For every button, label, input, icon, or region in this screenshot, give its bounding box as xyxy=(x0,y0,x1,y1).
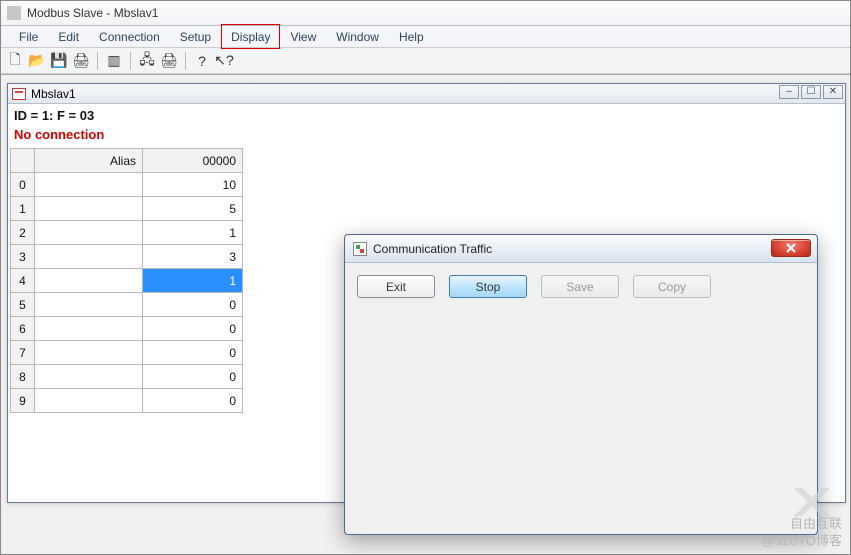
table-row[interactable]: 80 xyxy=(11,365,243,389)
row-header[interactable]: 6 xyxy=(11,317,35,341)
exit-button[interactable]: Exit xyxy=(357,275,435,298)
value-cell[interactable]: 0 xyxy=(143,293,243,317)
alias-cell[interactable] xyxy=(35,293,143,317)
value-cell[interactable]: 0 xyxy=(143,365,243,389)
value-cell[interactable]: 10 xyxy=(143,173,243,197)
alias-cell[interactable] xyxy=(35,221,143,245)
value-cell[interactable]: 0 xyxy=(143,389,243,413)
status-connection-line: No connection xyxy=(10,125,845,144)
save-icon[interactable]: 💾 xyxy=(49,51,69,71)
status-id-line: ID = 1: F = 03 xyxy=(10,106,845,125)
menu-edit[interactable]: Edit xyxy=(48,26,89,47)
row-header[interactable]: 5 xyxy=(11,293,35,317)
child-close-button[interactable]: ✕ xyxy=(823,85,843,99)
menu-setup[interactable]: Setup xyxy=(170,26,221,47)
value-cell[interactable]: 0 xyxy=(143,341,243,365)
dialog-title: Communication Traffic xyxy=(373,242,492,256)
table-row[interactable]: 70 xyxy=(11,341,243,365)
value-cell[interactable]: 5 xyxy=(143,197,243,221)
alias-cell[interactable] xyxy=(35,197,143,221)
toolbar: 🗋 📂 💾 🖨 ▥ 🖧 🖨 ? ↖? xyxy=(1,48,850,74)
menu-help[interactable]: Help xyxy=(389,26,434,47)
menubar: File Edit Connection Setup Display View … xyxy=(1,26,850,48)
dialog-titlebar[interactable]: Communication Traffic xyxy=(345,235,817,263)
alias-cell[interactable] xyxy=(35,317,143,341)
dialog-close-button[interactable] xyxy=(771,239,811,257)
child-minimize-button[interactable]: ‒ xyxy=(779,85,799,99)
toolbar-separator xyxy=(185,52,186,70)
stop-button[interactable]: Stop xyxy=(449,275,527,298)
app-titlebar: Modbus Slave - Mbslav1 xyxy=(1,1,850,26)
save-button: Save xyxy=(541,275,619,298)
value-cell[interactable]: 1 xyxy=(143,221,243,245)
row-header[interactable]: 9 xyxy=(11,389,35,413)
open-icon[interactable]: 📂 xyxy=(27,51,47,71)
register-table: Alias 00000 010152133415060708090 xyxy=(10,148,243,413)
table-row[interactable]: 60 xyxy=(11,317,243,341)
value-cell[interactable]: 1 xyxy=(143,269,243,293)
help-icon[interactable]: ? xyxy=(192,51,212,71)
alias-cell[interactable] xyxy=(35,269,143,293)
row-header[interactable]: 7 xyxy=(11,341,35,365)
alias-cell[interactable] xyxy=(35,173,143,197)
row-header[interactable]: 3 xyxy=(11,245,35,269)
toolbar-separator xyxy=(130,52,131,70)
child-titlebar[interactable]: Mbslav1 ‒ ☐ ✕ xyxy=(8,84,845,104)
alias-cell[interactable] xyxy=(35,389,143,413)
menu-view[interactable]: View xyxy=(280,26,326,47)
app-icon xyxy=(7,6,21,20)
child-maximize-button[interactable]: ☐ xyxy=(801,85,821,99)
table-row[interactable]: 90 xyxy=(11,389,243,413)
whatsthis-icon[interactable]: ↖? xyxy=(214,51,234,71)
table-row[interactable]: 0 10 xyxy=(11,173,243,197)
close-icon xyxy=(785,242,797,254)
registers-icon[interactable]: ▥ xyxy=(104,51,124,71)
dialog-icon xyxy=(353,242,367,256)
print-icon[interactable]: 🖨 xyxy=(71,51,91,71)
toolbar-separator xyxy=(97,52,98,70)
row-header[interactable]: 1 xyxy=(11,197,35,221)
menu-file[interactable]: File xyxy=(9,26,48,47)
comm1-icon[interactable]: 🖧 xyxy=(137,51,157,71)
table-row[interactable]: 50 xyxy=(11,293,243,317)
row-header[interactable]: 2 xyxy=(11,221,35,245)
row-header[interactable]: 0 xyxy=(11,173,35,197)
table-row[interactable]: 21 xyxy=(11,221,243,245)
alias-cell[interactable] xyxy=(35,341,143,365)
table-row[interactable]: 15 xyxy=(11,197,243,221)
menu-window[interactable]: Window xyxy=(326,26,389,47)
value-cell[interactable]: 3 xyxy=(143,245,243,269)
table-row[interactable]: 41 xyxy=(11,269,243,293)
document-icon xyxy=(12,88,26,100)
new-icon[interactable]: 🗋 xyxy=(5,51,25,71)
copy-button: Copy xyxy=(633,275,711,298)
menu-display[interactable]: Display xyxy=(221,24,280,49)
menu-connection[interactable]: Connection xyxy=(89,26,170,47)
alias-cell[interactable] xyxy=(35,245,143,269)
row-header[interactable]: 8 xyxy=(11,365,35,389)
dialog-body: Exit Stop Save Copy xyxy=(345,263,817,310)
app-title: Modbus Slave - Mbslav1 xyxy=(27,6,158,20)
col-header-value[interactable]: 00000 xyxy=(143,149,243,173)
communication-traffic-dialog: Communication Traffic Exit Stop Save Cop… xyxy=(344,234,818,535)
dialog-button-row: Exit Stop Save Copy xyxy=(357,275,805,298)
comm2-icon[interactable]: 🖨 xyxy=(159,51,179,71)
watermark-sub: @51CTO博客 xyxy=(761,533,842,550)
row-header[interactable]: 4 xyxy=(11,269,35,293)
mdi-workspace: Mbslav1 ‒ ☐ ✕ ID = 1: F = 03 No connecti… xyxy=(1,74,850,554)
value-cell[interactable]: 0 xyxy=(143,317,243,341)
alias-cell[interactable] xyxy=(35,365,143,389)
col-header-alias[interactable]: Alias xyxy=(35,149,143,173)
table-row[interactable]: 33 xyxy=(11,245,243,269)
child-title: Mbslav1 xyxy=(31,87,76,101)
